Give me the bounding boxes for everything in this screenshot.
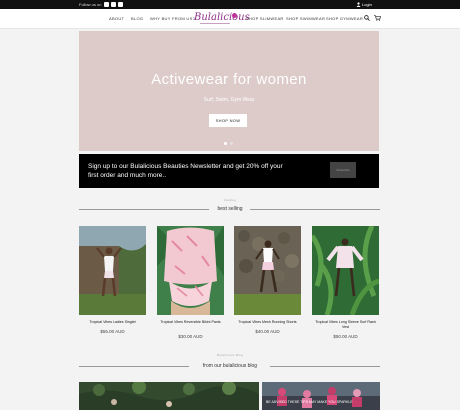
bestselling-title: best selling [217, 206, 243, 212]
brand-logo[interactable]: Bulalicious [194, 12, 250, 28]
flower-icon [232, 13, 237, 18]
product-name-4[interactable]: Tropical Vibes Long Sleeve Surf Rash Ves… [312, 320, 379, 330]
slide-dot-2[interactable] [230, 142, 233, 145]
cart-icon[interactable] [374, 15, 382, 21]
follow-us-label: Follow us on [79, 2, 102, 7]
product-name-3[interactable]: Tropical Vibes Mesh Running Shorts [234, 320, 301, 325]
product-name-2[interactable]: Tropical Vibes Reversible Bikini Pants [157, 320, 224, 325]
login-link[interactable]: Login [362, 2, 372, 7]
product-price-2: $30.00 AUD [178, 334, 203, 339]
nav-blog[interactable]: BLOG [131, 16, 143, 21]
nav-why-buy[interactable]: WHY BUY FROM US? [150, 16, 195, 21]
product-image-2[interactable] [157, 226, 224, 315]
product-price-1: $55.00 AUD [100, 329, 125, 334]
nav-shop-gymwear[interactable]: SHOP GYMWEAR [326, 16, 363, 21]
search-icon[interactable] [364, 15, 370, 21]
main-nav: ABOUT BLOG WHY BUY FROM US? Bulalicious … [0, 9, 460, 29]
product-image-4[interactable] [312, 226, 379, 315]
logo-wordmark: Bulalicious [194, 12, 250, 23]
facebook-icon[interactable] [104, 2, 109, 7]
newsletter-text: Sign up to our Bulalicious Beauties News… [88, 163, 283, 179]
product-image-3[interactable] [234, 226, 301, 315]
hero-banner: Activewear for women Surf, Swim, Gym Wea… [79, 31, 379, 151]
product-name-1[interactable]: Tropical Vibes Ladies Singlet [79, 320, 146, 325]
blog-image-2[interactable] [262, 382, 380, 410]
instagram-icon[interactable] [111, 2, 116, 7]
nav-shop-slimwear[interactable]: SHOP SLIMWEAR [246, 16, 284, 21]
hero-subtitle: Surf, Swim, Gym Wear [203, 97, 255, 103]
youtube-icon[interactable] [118, 2, 123, 7]
blog-kicker: Bulalicious Blog [217, 353, 243, 357]
nav-shop-swimwear[interactable]: SHOP SWIMWEAR [286, 16, 325, 21]
product-image-1[interactable] [79, 226, 146, 315]
bestselling-kicker: Catalog [223, 198, 237, 202]
logo-underline [200, 23, 230, 24]
nav-about[interactable]: ABOUT [109, 16, 124, 21]
slide-dot-1[interactable] [224, 142, 227, 145]
blog-title: from our bulalicious blog [202, 363, 258, 369]
product-price-4: $50.00 AUD [333, 334, 358, 339]
blog-caption[interactable]: BE ADVISED THESE TIPS MAY MAKE YOU SPARK… [266, 400, 353, 404]
user-icon[interactable] [356, 2, 361, 7]
shop-now-button[interactable]: SHOP NOW [209, 114, 247, 127]
top-bar: Follow us on Login [0, 0, 460, 9]
subscribe-button[interactable]: Subscribe [330, 162, 356, 178]
hero-title: Activewear for women [151, 71, 307, 88]
product-price-3: $40.00 AUD [255, 329, 280, 334]
newsletter-banner: Sign up to our Bulalicious Beauties News… [79, 154, 379, 188]
blog-image-1[interactable] [79, 382, 259, 410]
